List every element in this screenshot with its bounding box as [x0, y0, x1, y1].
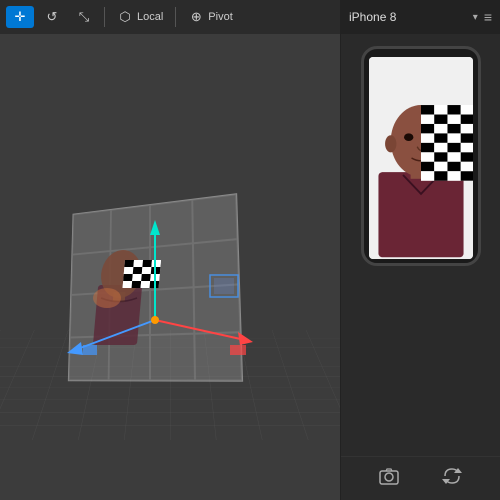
local-label: Local: [137, 11, 163, 23]
rotate-tool-button[interactable]: ↺: [38, 6, 66, 28]
scale-tool-button[interactable]: ⤡: [70, 6, 98, 28]
scale-icon: ⤡: [76, 9, 92, 25]
pivot-mode-button[interactable]: ⊕ Pivot: [182, 6, 238, 28]
pivot-icon: ⊕: [188, 9, 204, 25]
scene-plane: [68, 193, 243, 382]
move-icon: ✛: [12, 9, 28, 25]
flip-button[interactable]: [433, 461, 471, 496]
local-icon: ⬡: [117, 9, 133, 25]
toolbar-divider: [104, 7, 105, 27]
phone-bottom-bar: [341, 456, 500, 500]
phone-device-preview: [341, 34, 500, 456]
toolbar-divider2: [175, 7, 176, 27]
camera-button[interactable]: [370, 461, 408, 496]
move-tool-button[interactable]: ✛: [6, 6, 34, 28]
chevron-down-icon[interactable]: ▾: [473, 12, 478, 23]
phone-screen: [369, 57, 473, 259]
phone-panel: iPhone 8 ▾ ≡: [340, 0, 500, 500]
rotate-icon: ↺: [44, 9, 60, 25]
local-mode-button[interactable]: ⬡ Local: [111, 6, 169, 28]
phone-person-svg: [369, 57, 473, 259]
3d-viewport[interactable]: [0, 34, 340, 500]
phone-header: iPhone 8 ▾ ≡: [341, 0, 500, 34]
phone-title: iPhone 8: [349, 10, 467, 24]
hamburger-menu-icon[interactable]: ≡: [484, 9, 492, 25]
toolbar: ✛ ↺ ⤡ ⬡ Local ⊕ Pivot: [0, 0, 340, 34]
pivot-label: Pivot: [208, 11, 232, 23]
phone-frame: [361, 46, 481, 266]
